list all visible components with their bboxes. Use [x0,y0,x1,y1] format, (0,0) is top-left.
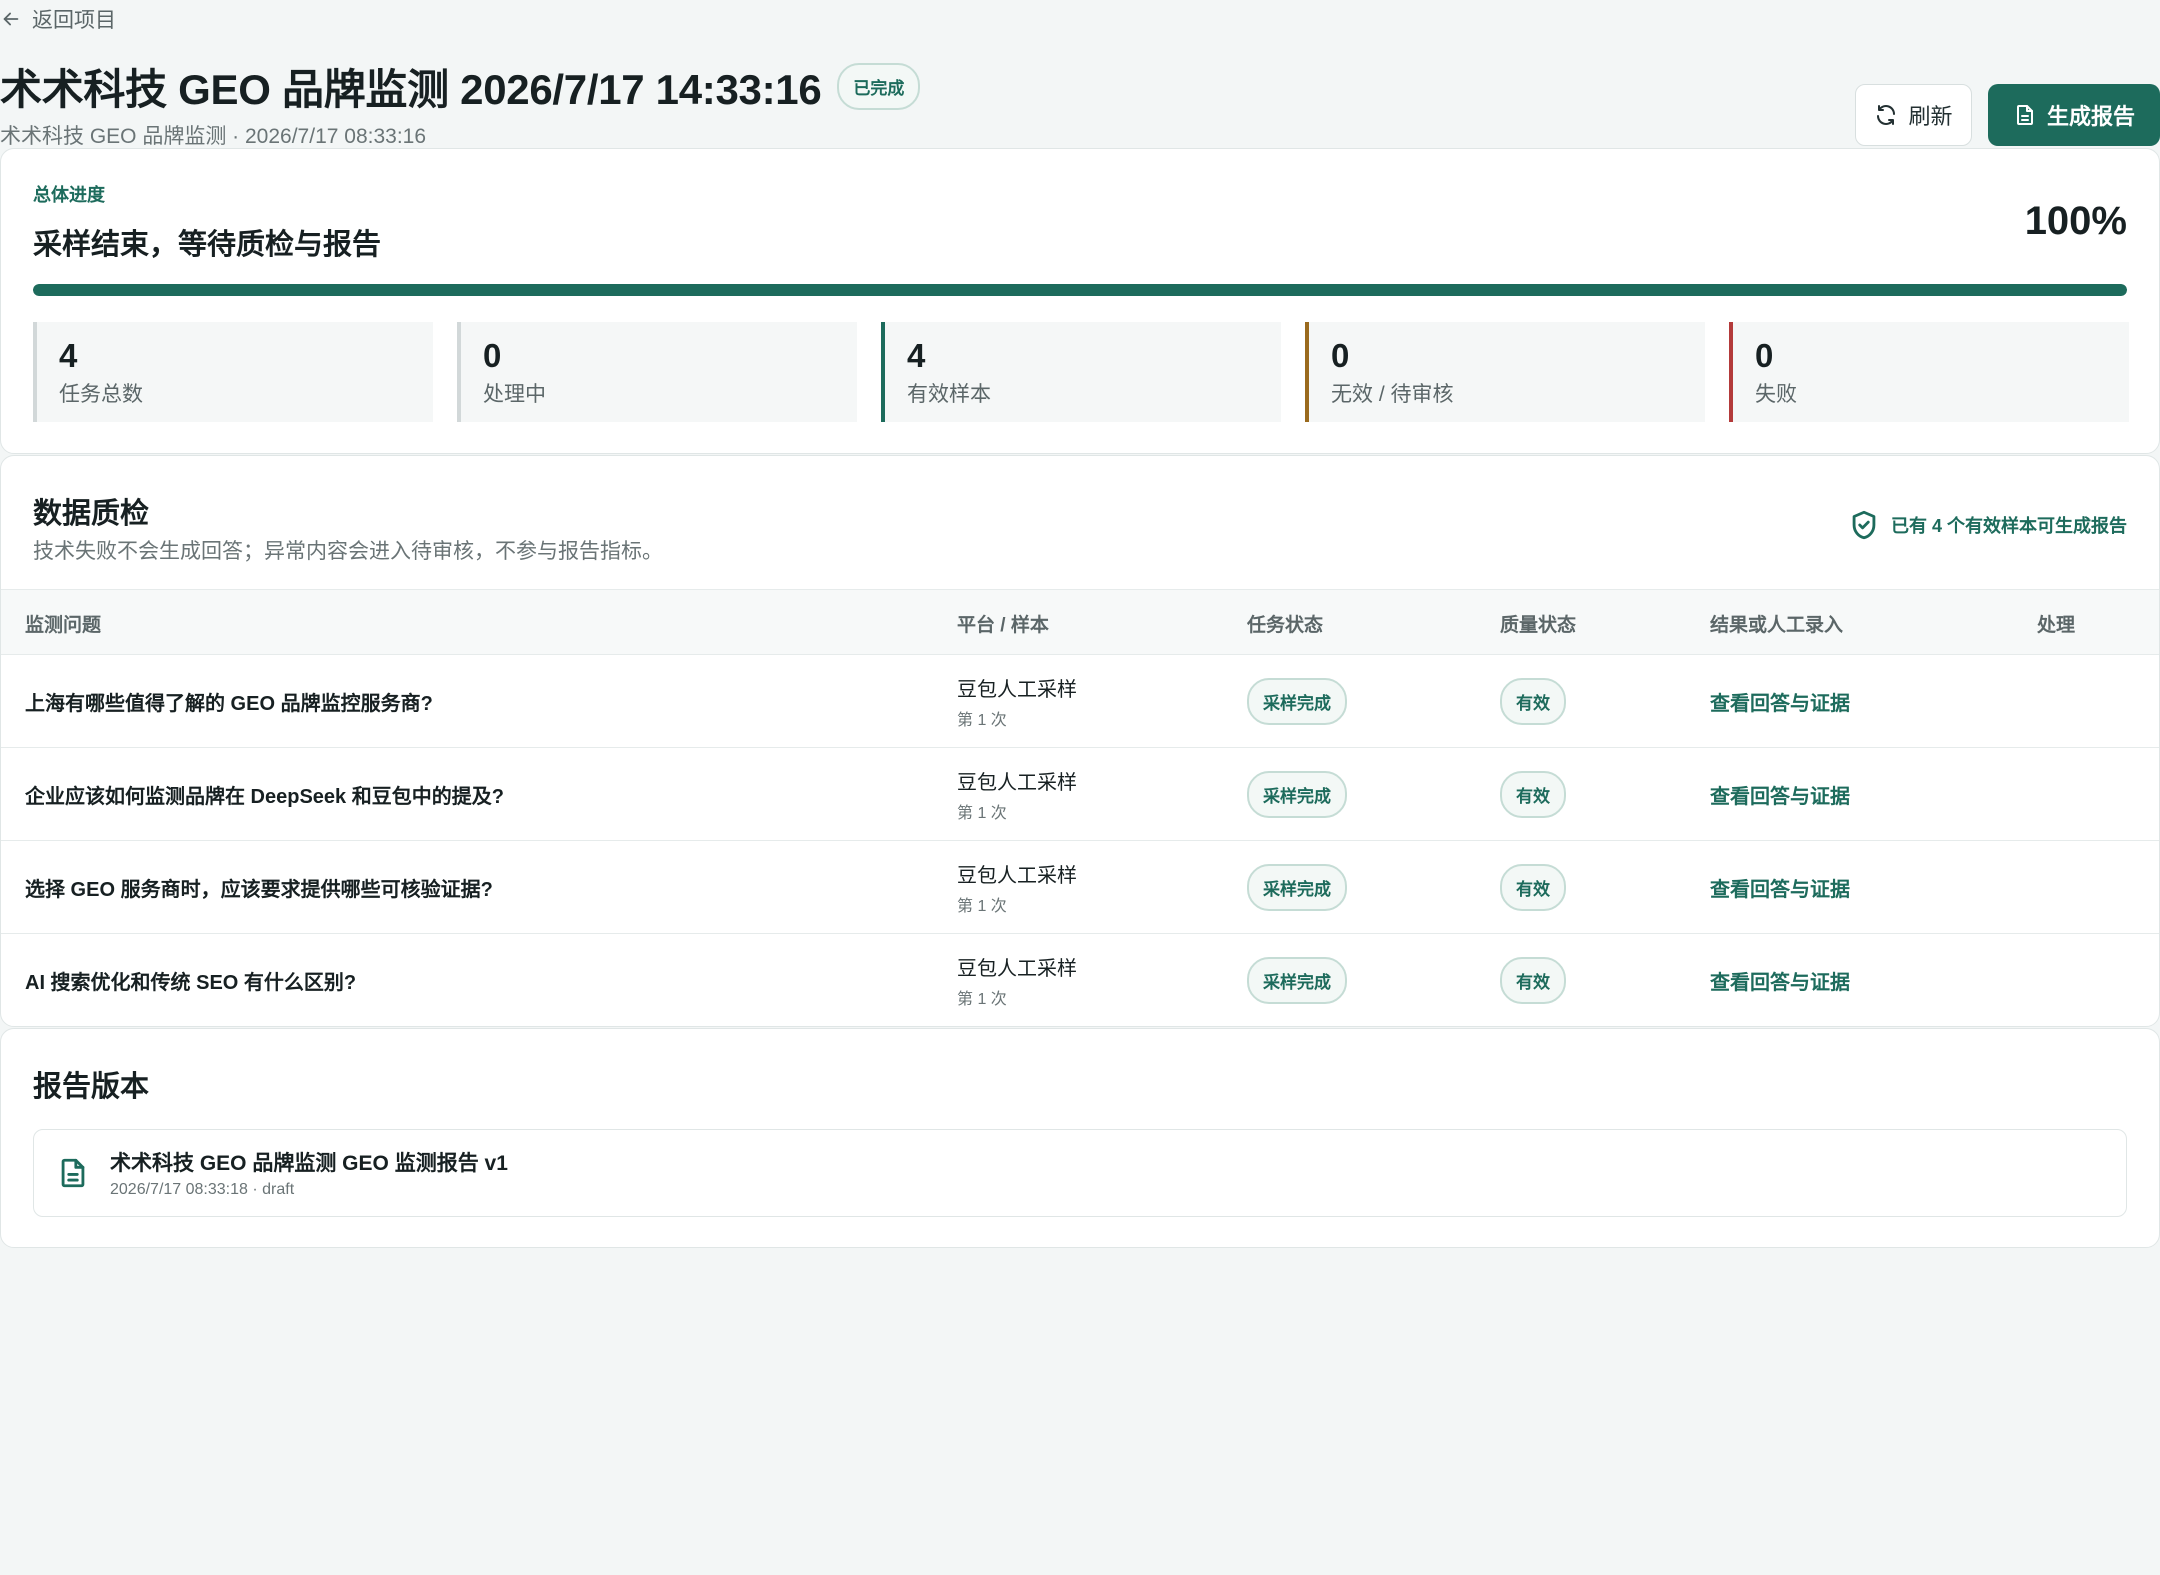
stat-processing: 0 处理中 [457,322,857,422]
table-row: AI 搜索优化和传统 SEO 有什么区别? 豆包人工采样 第 1 次 采样完成 … [1,934,2159,1027]
page-header: 术术科技 GEO 品牌监测 2026/7/17 14:33:16 已完成 [0,56,921,117]
quality-status-badge: 有效 [1500,864,1566,911]
arrow-left-icon [3,12,19,26]
progress-heading: 采样结束，等待质检与报告 [33,229,382,261]
quality-note-text: 已有 4 个有效样本可生成报告 [1890,516,2127,536]
table-row: 选择 GEO 服务商时，应该要求提供哪些可核验证据? 豆包人工采样 第 1 次 … [1,841,2159,934]
progress-percent: 100% [2024,199,2127,243]
quality-title: 数据质检 [33,498,150,530]
generate-report-button[interactable]: 生成报告 [1988,84,2160,146]
stat-label: 有效样本 [907,383,991,406]
document-icon [61,1158,85,1188]
stat-value: 4 [907,337,926,374]
row-task-status: 采样完成 [1247,748,1347,841]
column-header-result: 结果或人工录入 [1710,614,1844,636]
sample-count: 第 1 次 [957,898,1007,915]
progress-label: 总体进度 [33,185,105,205]
row-question: 上海有哪些值得了解的 GEO 品牌监控服务商? [25,693,433,715]
column-header-task-status: 任务状态 [1247,614,1324,636]
stat-label: 任务总数 [59,383,143,406]
data-quality-card: 数据质检 技术失败不会生成回答；异常内容会进入待审核，不参与报告指标。 已有 4… [0,455,2160,1027]
quality-description: 技术失败不会生成回答；异常内容会进入待审核，不参与报告指标。 [33,540,663,563]
row-task-status: 采样完成 [1247,934,1347,1027]
platform-name: 豆包人工采样 [957,865,1077,887]
stat-label: 失败 [1755,383,1797,406]
stat-value: 0 [483,337,502,374]
column-header-platform: 平台 / 样本 [957,614,1049,636]
row-quality-status: 有效 [1500,841,1566,934]
report-versions-card: 报告版本 术术科技 GEO 品牌监测 GEO 监测报告 v1 2026/7/17… [0,1028,2160,1248]
column-header-question: 监测问题 [25,614,102,636]
quality-note: 已有 4 个有效样本可生成报告 [1847,508,2127,542]
stat-value: 0 [1331,337,1350,374]
report-info: 术术科技 GEO 品牌监测 GEO 监测报告 v1 2026/7/17 08:3… [110,1147,508,1199]
stat-value: 4 [59,337,78,374]
row-task-status: 采样完成 [1247,841,1347,934]
platform-name: 豆包人工采样 [957,772,1077,794]
task-status-badge: 采样完成 [1247,678,1347,725]
platform-name: 豆包人工采样 [957,679,1077,701]
sample-count: 第 1 次 [957,991,1007,1008]
page-title: 术术科技 GEO 品牌监测 2026/7/17 14:33:16 [0,66,822,113]
stat-label: 处理中 [483,383,546,406]
table-row: 上海有哪些值得了解的 GEO 品牌监控服务商? 豆包人工采样 第 1 次 采样完… [1,655,2159,748]
row-platform: 豆包人工采样 第 1 次 [957,748,1077,841]
progress-bar [33,284,2127,296]
row-quality-status: 有效 [1500,934,1566,1027]
generate-report-button-label: 生成报告 [2046,104,2135,129]
row-question: AI 搜索优化和传统 SEO 有什么区别? [25,972,357,994]
row-platform: 豆包人工采样 第 1 次 [957,934,1077,1027]
stat-failed: 0 失败 [1729,322,2129,422]
report-meta: 2026/7/17 08:33:18 · draft [110,1181,295,1198]
progress-bar-fill [33,284,2127,296]
task-status-badge: 采样完成 [1247,864,1347,911]
report-version-item[interactable]: 术术科技 GEO 品牌监测 GEO 监测报告 v1 2026/7/17 08:3… [33,1129,2127,1217]
platform-name: 豆包人工采样 [957,958,1077,980]
reports-title: 报告版本 [33,1071,150,1103]
back-to-project-link[interactable]: 返回项目 [0,2,116,36]
quality-status-badge: 有效 [1500,771,1566,818]
refresh-icon [1877,105,1896,125]
row-quality-status: 有效 [1500,748,1566,841]
view-answer-evidence-link[interactable]: 查看回答与证据 [1710,841,1850,934]
quality-status-badge: 有效 [1500,678,1566,725]
stat-total-tasks: 4 任务总数 [33,322,433,422]
table-row: 企业应该如何监测品牌在 DeepSeek 和豆包中的提及? 豆包人工采样 第 1… [1,748,2159,841]
column-header-action: 处理 [2037,614,2076,636]
back-link-label: 返回项目 [32,9,116,32]
stat-value: 0 [1755,337,1774,374]
row-platform: 豆包人工采样 第 1 次 [957,841,1077,934]
task-status-badge: 采样完成 [1247,771,1347,818]
document-icon [2016,105,2033,125]
shield-check-icon [1852,510,1876,540]
row-platform: 豆包人工采样 第 1 次 [957,655,1077,748]
sample-count: 第 1 次 [957,712,1007,729]
view-answer-evidence-link[interactable]: 查看回答与证据 [1710,655,1850,748]
page-subtitle: 术术科技 GEO 品牌监测 · 2026/7/17 08:33:16 [0,125,427,148]
sample-count: 第 1 次 [957,805,1007,822]
report-name: 术术科技 GEO 品牌监测 GEO 监测报告 v1 [110,1152,508,1175]
row-quality-status: 有效 [1500,655,1566,748]
status-badge: 已完成 [837,63,921,110]
task-status-badge: 采样完成 [1247,957,1347,1004]
view-answer-evidence-link[interactable]: 查看回答与证据 [1710,748,1850,841]
row-question: 选择 GEO 服务商时，应该要求提供哪些可核验证据? [25,879,493,901]
column-header-quality-status: 质量状态 [1500,614,1577,636]
refresh-button-label: 刷新 [1908,104,1953,129]
stat-valid-samples: 4 有效样本 [881,322,1281,422]
row-task-status: 采样完成 [1247,655,1347,748]
quality-table: 监测问题 平台 / 样本 任务状态 质量状态 结果或人工录入 处理 上海有哪些值… [1,589,2159,1027]
progress-card: 总体进度 采样结束，等待质检与报告 100% 4 任务总数 0 处理中 4 有效… [0,148,2160,454]
stat-label: 无效 / 待审核 [1331,383,1454,406]
quality-status-badge: 有效 [1500,957,1566,1004]
view-answer-evidence-link[interactable]: 查看回答与证据 [1710,934,1850,1027]
row-question: 企业应该如何监测品牌在 DeepSeek 和豆包中的提及? [25,786,504,808]
refresh-button[interactable]: 刷新 [1855,84,1972,146]
table-header: 监测问题 平台 / 样本 任务状态 质量状态 结果或人工录入 处理 [1,589,2159,655]
stat-invalid-pending: 0 无效 / 待审核 [1305,322,1705,422]
